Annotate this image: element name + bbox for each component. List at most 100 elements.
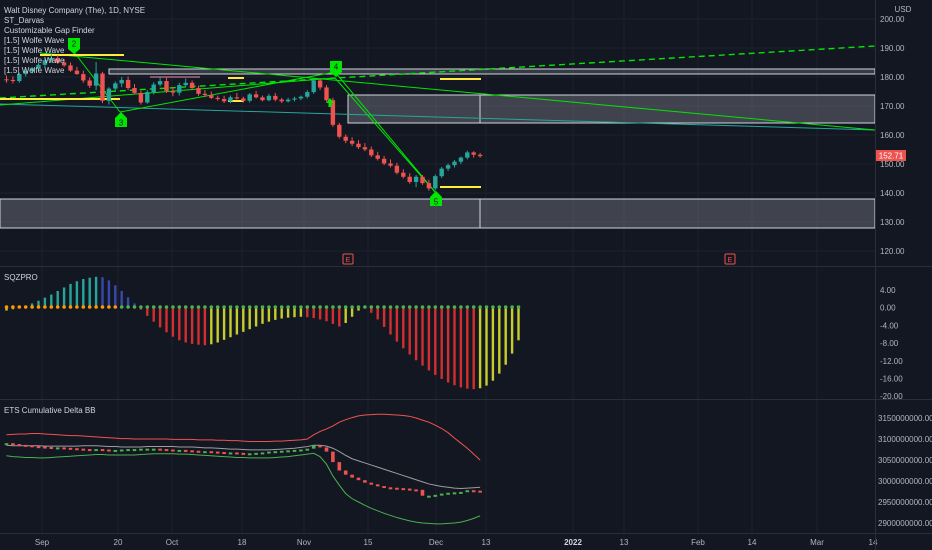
- candle: [189, 80, 195, 91]
- price-tick: 120.00: [880, 247, 905, 256]
- chart-canvas[interactable]: 2 3 4 5 E E 200.00190.00180.00170.00160.…: [0, 0, 932, 550]
- time-tick: 14: [748, 538, 757, 547]
- earnings-marker-1[interactable]: E: [342, 253, 354, 265]
- time-tick: 2022: [564, 538, 582, 547]
- squeeze-dot: [4, 305, 9, 309]
- delta-candle: [158, 448, 162, 451]
- squeeze-dot: [235, 305, 239, 309]
- wolfe-line: [334, 71, 437, 194]
- squeeze-dot: [331, 305, 335, 309]
- momentum-bar: [242, 307, 245, 332]
- price-tick: 190.00: [880, 44, 905, 53]
- sqz-tick: -8.00: [880, 339, 899, 348]
- price-tick: 140.00: [880, 189, 905, 198]
- momentum-bar: [504, 307, 507, 365]
- squeeze-dot: [503, 305, 508, 309]
- indicator-wolfe-wave[interactable]: [1.5] Wolfe Wave: [4, 56, 145, 66]
- indicator-wolfe-wave[interactable]: [1.5] Wolfe Wave: [4, 46, 145, 56]
- momentum-bar: [94, 276, 98, 307]
- squeeze-dot: [228, 305, 233, 309]
- delta-candle: [23, 444, 28, 447]
- delta-title[interactable]: ETS Cumulative Delta BB: [4, 406, 96, 416]
- squeeze-dot: [292, 305, 297, 309]
- delta-candle: [478, 490, 482, 493]
- delta-candle: [363, 480, 367, 483]
- earnings-markers[interactable]: E E: [342, 253, 736, 265]
- candle: [298, 95, 304, 101]
- squeeze-dot: [151, 305, 156, 309]
- svg-text:E: E: [728, 257, 733, 264]
- delta-candle: [292, 449, 297, 452]
- delta-candle: [337, 462, 342, 471]
- candle: [426, 179, 432, 191]
- squeeze-dot: [311, 305, 316, 309]
- time-axis[interactable]: Sep 20 Oct 18 Nov 15 Dec 13 2022 13 Feb 14 Mar 14: [35, 538, 878, 547]
- delta-candle: [49, 446, 54, 449]
- delta-candle: [55, 447, 60, 450]
- delta-candle: [107, 449, 111, 452]
- time-tick: 18: [238, 538, 247, 547]
- delta-candle: [171, 449, 175, 452]
- delta-candle: [228, 452, 233, 455]
- symbol-title[interactable]: Walt Disney Company (The), 1D, NYSE: [4, 6, 145, 16]
- squeeze-dot: [68, 305, 73, 309]
- delta-tick: 3050000000.00: [878, 456, 932, 465]
- delta-candle: [324, 447, 329, 452]
- sqzpro-title[interactable]: SQZPRO: [4, 273, 38, 283]
- delta-candle: [100, 449, 105, 452]
- squeeze-dot: [299, 305, 303, 309]
- time-tick: Feb: [691, 538, 705, 547]
- squeeze-dot: [87, 305, 92, 309]
- delta-candle: [401, 488, 406, 491]
- delta-candle: [260, 452, 265, 455]
- delta-candle: [203, 451, 207, 454]
- squeeze-dot: [36, 305, 41, 309]
- squeeze-dot: [241, 305, 246, 309]
- candle: [337, 122, 342, 139]
- squeeze-dot: [273, 305, 278, 309]
- candle: [362, 143, 368, 152]
- momentum-bar: [421, 307, 424, 366]
- squeeze-dot: [62, 305, 66, 309]
- delta-candle: [222, 452, 226, 455]
- squeeze-dot: [363, 305, 367, 309]
- squeeze-dot: [446, 305, 450, 309]
- momentum-bar: [107, 280, 111, 307]
- delta-candle: [215, 451, 220, 454]
- delta-candle: [433, 494, 438, 497]
- momentum-bar: [261, 307, 264, 324]
- momentum-bar: [171, 307, 175, 337]
- pane-separators[interactable]: [0, 0, 932, 550]
- delta-candle: [183, 449, 188, 452]
- delta-tick: 3100000000.00: [878, 435, 932, 444]
- delta-candle: [318, 445, 322, 448]
- svg-text:5: 5: [434, 198, 439, 207]
- indicator-wolfe-wave[interactable]: [1.5] Wolfe Wave: [4, 66, 145, 76]
- price-tick: 180.00: [880, 73, 905, 82]
- price-axis[interactable]: 200.00 190.00 180.00 170.00 160.00 150.00 140.…: [878, 15, 932, 528]
- momentum-bar: [62, 287, 66, 307]
- candle: [279, 97, 284, 104]
- squeeze-dot: [196, 305, 201, 309]
- momentum-bar: [440, 307, 443, 379]
- momentum-bar: [414, 307, 418, 361]
- sqzpro-legend[interactable]: SQZPRO: [4, 273, 38, 283]
- delta-candle: [459, 491, 463, 494]
- earnings-marker-2[interactable]: E: [724, 253, 736, 265]
- candle: [253, 90, 259, 99]
- delta-candle: [254, 452, 258, 455]
- momentum-bar: [344, 307, 347, 323]
- indicator-gap-finder[interactable]: Customizable Gap Finder: [4, 26, 145, 36]
- indicator-wolfe-wave[interactable]: [1.5] Wolfe Wave: [4, 36, 145, 46]
- squeeze-dot: [484, 305, 489, 309]
- sqzpro-histogram: [4, 276, 521, 390]
- main-legend: Walt Disney Company (The), 1D, NYSE ST_D…: [4, 6, 145, 76]
- momentum-bar: [338, 307, 341, 327]
- delta-legend[interactable]: ETS Cumulative Delta BB: [4, 406, 96, 416]
- delta-candle: [395, 487, 399, 490]
- squeeze-dot: [177, 305, 182, 309]
- squeeze-dot: [75, 305, 79, 309]
- indicator-st-darvas[interactable]: ST_Darvas: [4, 16, 145, 26]
- candle: [433, 174, 438, 191]
- candle: [285, 97, 291, 103]
